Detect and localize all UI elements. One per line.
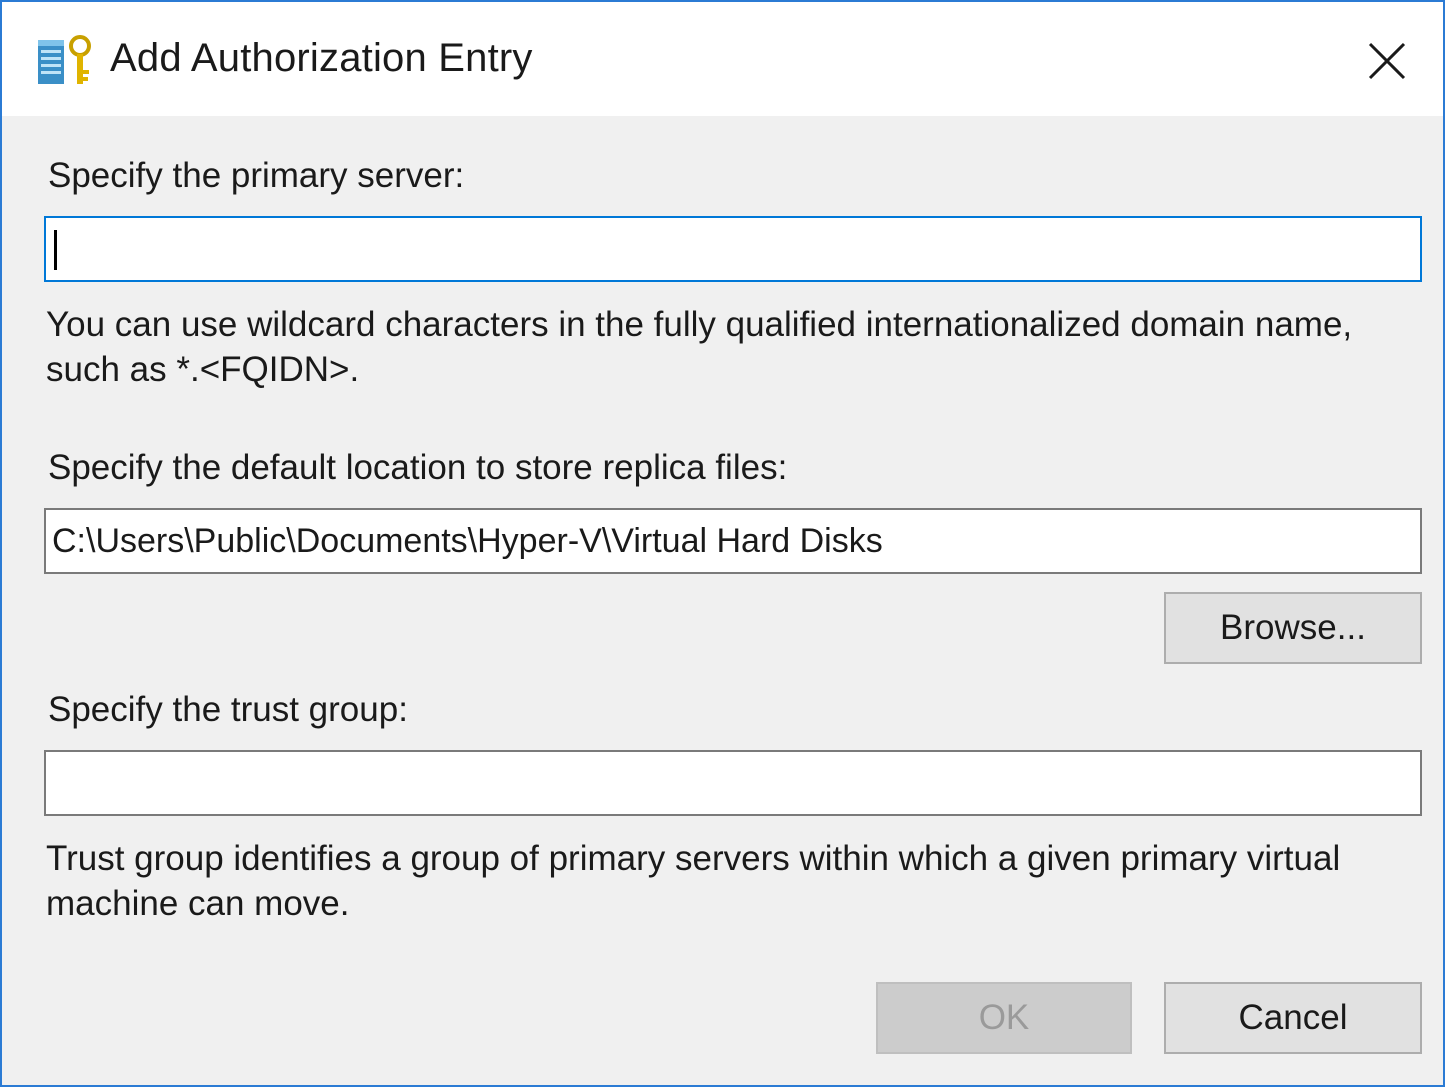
primary-server-input[interactable]: [44, 216, 1422, 282]
window-title: Add Authorization Entry: [110, 36, 533, 80]
trust-group-label: Specify the trust group:: [48, 690, 408, 729]
add-authorization-entry-dialog: Add Authorization Entry Specify the prim…: [0, 0, 1445, 1087]
trust-group-input[interactable]: [44, 750, 1422, 816]
replica-location-input[interactable]: [44, 508, 1422, 574]
close-icon: [1368, 42, 1406, 80]
replica-location-label: Specify the default location to store re…: [48, 448, 788, 487]
primary-server-label: Specify the primary server:: [48, 156, 465, 195]
text-caret: [54, 230, 57, 270]
primary-server-hint: You can use wildcard characters in the f…: [46, 305, 1353, 389]
server-key-icon: [38, 35, 91, 84]
close-button[interactable]: [1344, 20, 1430, 102]
ok-button[interactable]: OK: [876, 982, 1132, 1054]
trust-group-hint: Trust group identifies a group of primar…: [46, 839, 1341, 923]
cancel-button[interactable]: Cancel: [1164, 982, 1422, 1054]
title-bar: Add Authorization Entry: [2, 2, 1443, 116]
browse-button[interactable]: Browse...: [1164, 592, 1422, 664]
